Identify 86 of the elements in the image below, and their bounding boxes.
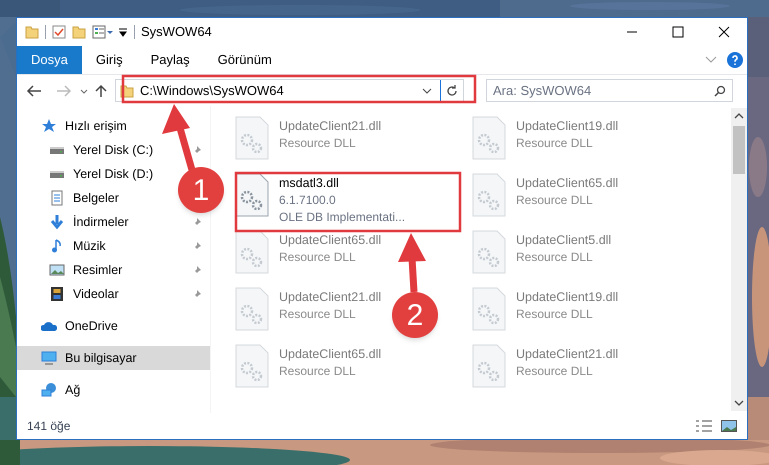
gear-file-icon	[472, 230, 506, 274]
file-name: UpdateClient21.dll	[516, 346, 618, 363]
gear-file-icon	[235, 287, 269, 331]
file-detail: Resource DLL	[279, 363, 357, 380]
properties-icon[interactable]	[52, 25, 66, 39]
ribbon-tab[interactable]: Giriş	[82, 46, 137, 74]
search-placeholder: Ara: SysWOW64	[493, 82, 592, 100]
folder-icon[interactable]	[25, 25, 39, 39]
download-arrow-icon	[49, 214, 65, 230]
file-name: UpdateClient19.dll	[516, 289, 618, 306]
ribbon-tab[interactable]: Paylaş	[136, 46, 204, 74]
sidebar-item[interactable]: Hızlı erişim	[17, 116, 131, 136]
gear-file-icon	[235, 173, 269, 217]
details-view-icon[interactable]	[695, 419, 713, 433]
sidebar-item[interactable]: Müzik	[17, 236, 110, 256]
file-detail: Resource DLL	[279, 249, 357, 266]
chevron-down-icon[interactable]	[422, 86, 432, 94]
sidebar-item[interactable]: Ağ	[17, 380, 84, 400]
search-field[interactable]: Ara: SysWOW64	[486, 79, 733, 102]
gear-file-icon	[472, 287, 506, 331]
file-name: UpdateClient21.dll	[279, 289, 382, 306]
picture-icon	[49, 262, 65, 278]
file-name: UpdateClient5.dll	[516, 232, 612, 249]
file-detail: 6.1.7100.0	[279, 192, 337, 209]
window-title: SysWOW64	[141, 23, 212, 42]
file-name: UpdateClient65.dll	[516, 175, 618, 192]
file-item[interactable]: UpdateClient21.dll Resource DLL	[235, 287, 382, 331]
up-icon[interactable]	[93, 82, 109, 98]
gear-file-icon	[235, 344, 269, 388]
file-name: UpdateClient65.dll	[279, 232, 382, 249]
file-name: UpdateClient21.dll	[279, 118, 382, 135]
gear-file-icon	[235, 230, 269, 274]
refresh-icon[interactable]	[445, 84, 459, 98]
file-detail: Resource DLL	[516, 363, 594, 380]
file-item[interactable]: UpdateClient65.dll Resource DLL	[235, 344, 382, 388]
document-icon	[49, 190, 65, 206]
file-item[interactable]: msdatl3.dll 6.1.7100.0 OLE DB Implementati...	[235, 173, 406, 226]
sidebar-item[interactable]: OneDrive	[17, 316, 122, 336]
annotation-arrow	[162, 104, 196, 171]
file-detail: Resource DLL	[516, 249, 594, 266]
sidebar-item[interactable]: Bu bilgisayar	[17, 346, 210, 370]
file-item[interactable]: UpdateClient65.dll Resource DLL	[235, 230, 382, 274]
file-item[interactable]: UpdateClient21.dll Resource DLL	[235, 116, 382, 160]
view-options-icon[interactable]	[92, 25, 114, 39]
sidebar-item[interactable]: Videolar	[17, 284, 123, 304]
sidebar-item[interactable]: İndirmeler	[17, 212, 133, 232]
gear-file-icon	[235, 116, 269, 160]
large-icons-view-icon[interactable]	[721, 419, 737, 433]
scrollbar[interactable]	[731, 108, 747, 411]
search-icon[interactable]	[714, 84, 726, 96]
file-item[interactable]: UpdateClient5.dll Resource DLL	[472, 230, 612, 274]
gear-file-icon	[472, 173, 506, 217]
sidebar-item[interactable]: Resimler	[17, 260, 126, 280]
file-detail: Resource DLL	[516, 135, 594, 152]
item-count: 141 öğe	[27, 418, 70, 435]
file-item[interactable]: UpdateClient19.dll Resource DLL	[472, 287, 618, 331]
file-item[interactable]: UpdateClient21.dll Resource DLL	[472, 344, 618, 388]
annotation-arrow	[398, 233, 426, 292]
file-name: msdatl3.dll	[279, 175, 340, 192]
film-icon	[49, 286, 65, 302]
scroll-up-icon[interactable]	[734, 112, 744, 120]
folder-icon[interactable]	[72, 25, 86, 39]
file-detail: OLE DB Implementati...	[279, 209, 406, 226]
gear-file-icon	[472, 344, 506, 388]
help-icon[interactable]	[727, 52, 743, 68]
sidebar-item[interactable]: Belgeler	[17, 188, 123, 208]
file-detail: Resource DLL	[279, 135, 357, 152]
address-path: C:\Windows\SysWOW64	[140, 82, 284, 100]
file-detail: Resource DLL	[516, 306, 594, 323]
network-icon	[41, 382, 57, 398]
sidebar-item[interactable]: Yerel Disk (D:)	[17, 164, 158, 184]
ribbon-tab[interactable]: Dosya	[17, 46, 82, 74]
star-icon	[41, 118, 57, 134]
file-name: UpdateClient19.dll	[516, 118, 618, 135]
sidebar-item[interactable]: Yerel Disk (C:)	[17, 140, 158, 160]
scroll-down-icon[interactable]	[734, 399, 744, 407]
ribbon-tab[interactable]: Görünüm	[204, 46, 286, 74]
file-name: UpdateClient65.dll	[279, 346, 382, 363]
scrollbar-thumb[interactable]	[733, 126, 745, 174]
gear-file-icon	[472, 116, 506, 160]
address-bar[interactable]: C:\Windows\SysWOW64	[115, 79, 464, 102]
file-item[interactable]: UpdateClient19.dll Resource DLL	[472, 116, 618, 160]
file-item[interactable]: UpdateClient65.dll Resource DLL	[472, 173, 618, 217]
file-detail: Resource DLL	[516, 192, 594, 209]
monitor-icon	[41, 350, 57, 366]
file-detail: Resource DLL	[279, 306, 357, 323]
